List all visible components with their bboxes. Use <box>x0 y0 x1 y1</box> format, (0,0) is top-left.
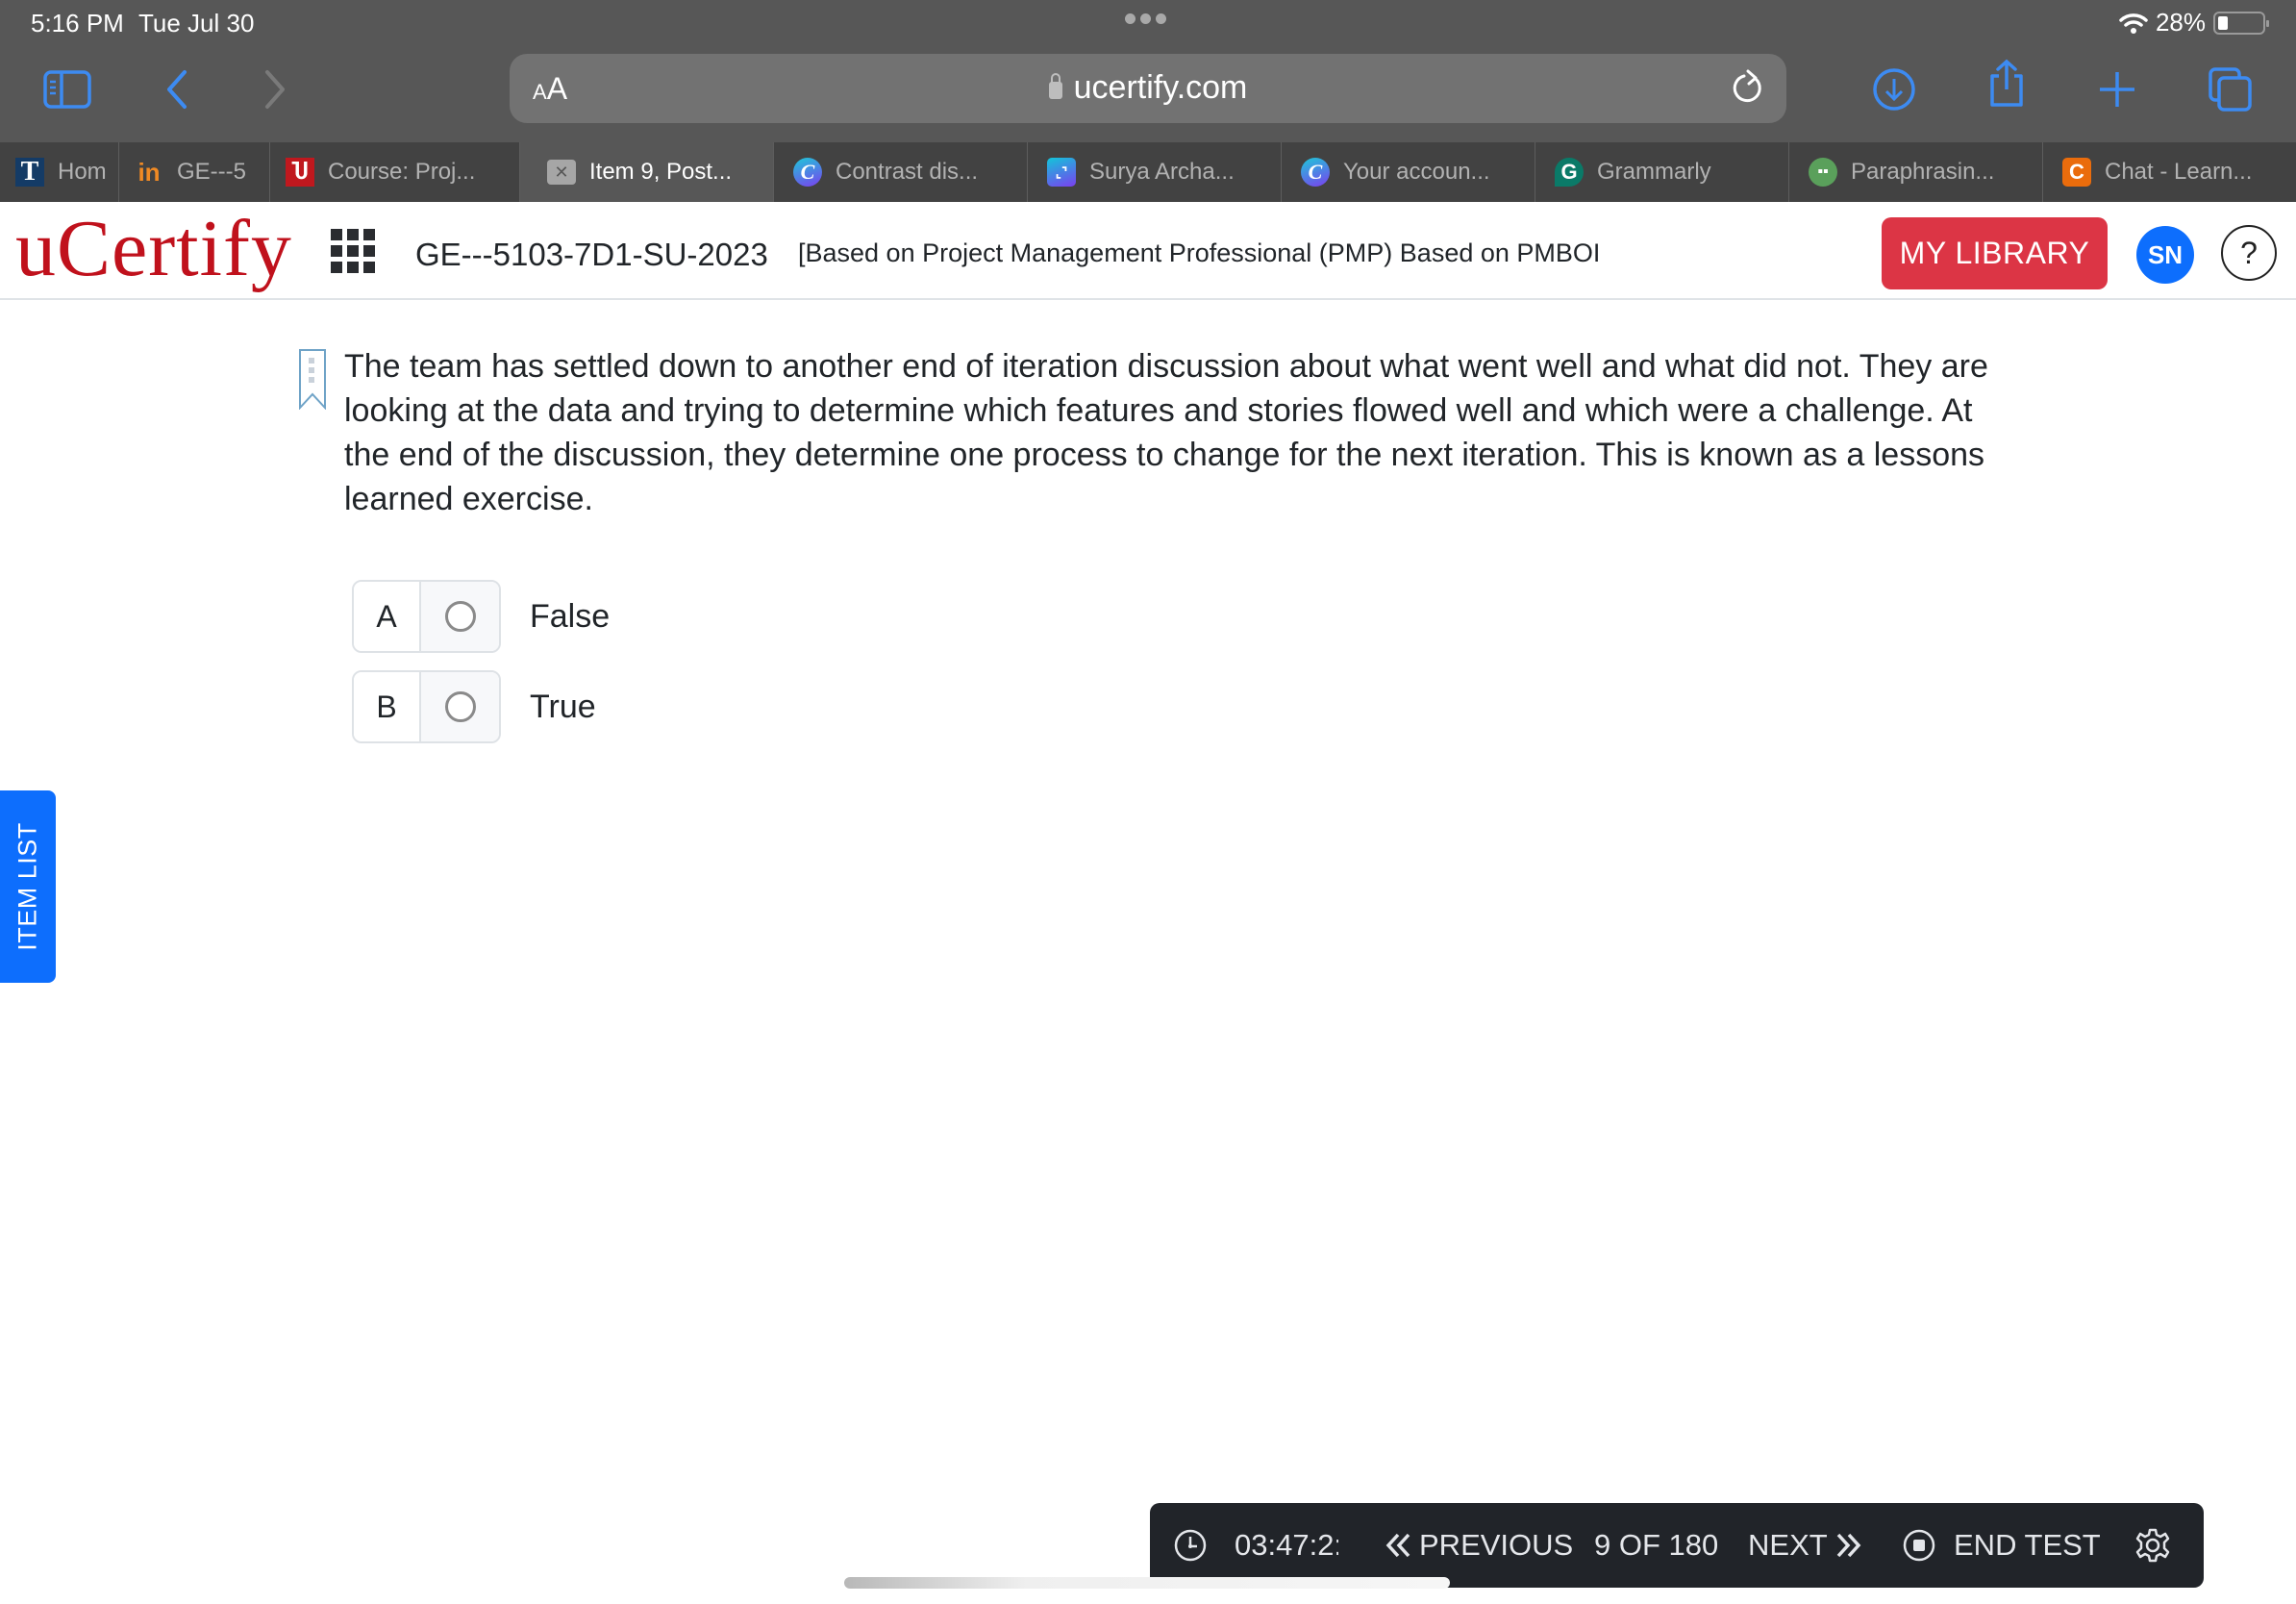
next-button[interactable]: NEXT <box>1748 1503 1862 1588</box>
browser-tab[interactable]: C Chat - Learn... <box>2043 142 2296 202</box>
in-favicon-icon: in <box>137 157 161 187</box>
question-position: 9 OF 180 <box>1594 1528 1719 1562</box>
grammarly-favicon-icon: G <box>1555 158 1584 187</box>
double-chevron-right-icon <box>1836 1533 1861 1558</box>
double-chevron-left-icon <box>1385 1533 1410 1558</box>
forward-icon[interactable] <box>252 65 300 113</box>
t-favicon-icon: T <box>15 157 44 187</box>
next-label: NEXT <box>1748 1528 1828 1562</box>
help-icon[interactable]: ? <box>2221 225 2277 281</box>
previous-button[interactable]: PREVIOUS <box>1385 1503 1573 1588</box>
status-indicators: 28% <box>2119 8 2269 38</box>
new-tab-icon[interactable] <box>2093 65 2141 113</box>
option-letter: A <box>354 582 421 651</box>
back-icon[interactable] <box>152 65 200 113</box>
option-radio[interactable] <box>421 582 499 651</box>
question-text: The team has settled down to another end… <box>344 348 1988 517</box>
status-date: Tue Jul 30 <box>138 9 255 38</box>
tab-bar: T Hom in GE---5 Ⴎ Course: Proj... ✕ Item… <box>0 142 2296 202</box>
tab-label: Item 9, Post... <box>589 159 733 185</box>
close-tab-icon[interactable]: ✕ <box>547 160 576 185</box>
tab-overview-icon[interactable] <box>2207 65 2255 113</box>
app-header: uCertify GE---5103-7D1-SU-2023 [Based on… <box>0 202 2296 300</box>
canva-favicon-icon: C <box>1301 158 1330 187</box>
uc-favicon-icon: Ⴎ <box>286 158 314 187</box>
battery-icon <box>2213 11 2269 35</box>
downloads-icon[interactable] <box>1870 65 1918 113</box>
course-title: [Based on Project Management Professiona… <box>798 238 1601 267</box>
end-test-label: END TEST <box>1954 1528 2101 1562</box>
answer-option-a[interactable]: A False <box>352 580 610 653</box>
option-label[interactable]: False <box>530 598 610 636</box>
browser-tab[interactable]: ▪▪ Paraphrasin... <box>1789 142 2043 202</box>
wifi-icon <box>2119 13 2148 34</box>
clock-icon <box>1174 1529 1207 1562</box>
browser-tab[interactable]: ⌞⌝ Surya Archa... <box>1028 142 1282 202</box>
tab-label: Your accoun... <box>1343 159 1490 185</box>
radio-circle-icon <box>444 601 476 632</box>
url-text: ucertify.com <box>1073 69 1248 106</box>
timer-value: 03:47:2: <box>1235 1528 1338 1562</box>
browser-tab[interactable]: C Your accoun... <box>1282 142 1535 202</box>
share-icon[interactable] <box>1983 59 2031 108</box>
reload-icon[interactable] <box>1729 69 1767 108</box>
status-time: 5:16 PM <box>31 9 124 38</box>
option-letter: B <box>354 672 421 741</box>
course-code: GE---5103-7D1-SU-2023 <box>415 237 768 272</box>
multitasking-dots-icon[interactable] <box>1125 13 1166 24</box>
end-test-button[interactable]: END TEST <box>1902 1503 2101 1588</box>
quillbot-favicon-icon: ▪▪ <box>1809 158 1837 187</box>
browser-chrome: 5:16 PM Tue Jul 30 28% AA ucertify.com T… <box>0 0 2296 202</box>
address-bar[interactable]: AA ucertify.com <box>510 54 1786 123</box>
apps-grid-icon[interactable] <box>331 229 377 275</box>
answer-option-b[interactable]: B True <box>352 670 596 743</box>
tab-label: Course: Proj... <box>328 159 476 185</box>
browser-tab[interactable]: G Grammarly <box>1535 142 1789 202</box>
tab-label: Paraphrasin... <box>1851 159 1995 185</box>
timer: 03:47:2: <box>1173 1503 1338 1588</box>
horizontal-scrollbar[interactable] <box>844 1577 1450 1589</box>
browser-tab[interactable]: C Contrast dis... <box>774 142 1028 202</box>
battery-percent: 28% <box>2155 8 2206 37</box>
surya-favicon-icon: ⌞⌝ <box>1047 158 1076 187</box>
tab-label: Contrast dis... <box>836 159 979 185</box>
browser-tab[interactable]: T Hom <box>0 142 119 202</box>
previous-label: PREVIOUS <box>1419 1528 1574 1562</box>
option-radio[interactable] <box>421 672 499 741</box>
radio-circle-icon <box>444 691 476 722</box>
tab-label: Grammarly <box>1597 159 1711 185</box>
ucertify-logo[interactable]: uCertify <box>15 206 292 292</box>
bookmark-icon[interactable] <box>298 348 329 410</box>
user-avatar[interactable]: SN <box>2136 226 2194 284</box>
tab-label: Chat - Learn... <box>2105 159 2253 185</box>
option-label[interactable]: True <box>530 689 596 726</box>
item-list-tab[interactable]: ITEM LIST <box>0 790 56 983</box>
chat-favicon-icon: C <box>2062 158 2091 187</box>
item-list-label: ITEM LIST <box>12 822 42 951</box>
settings-icon[interactable] <box>2134 1503 2171 1588</box>
tab-label: Hom <box>58 159 107 185</box>
my-library-button[interactable]: MY LIBRARY <box>1882 217 2108 289</box>
tab-label: Surya Archa... <box>1089 159 1235 185</box>
stop-circle-icon <box>1903 1529 1935 1562</box>
tab-label: GE---5 <box>177 159 246 185</box>
browser-tab-active[interactable]: ✕ Item 9, Post... <box>520 142 774 202</box>
test-navigation-bar: 03:47:2: PREVIOUS 9 OF 180 NEXT END TEST <box>1150 1503 2204 1588</box>
canva-favicon-icon: C <box>793 158 822 187</box>
lock-icon <box>1048 73 1062 99</box>
browser-tab[interactable]: Ⴎ Course: Proj... <box>270 142 520 202</box>
browser-tab[interactable]: in GE---5 <box>119 142 270 202</box>
sidebar-toggle-icon[interactable] <box>43 65 91 113</box>
